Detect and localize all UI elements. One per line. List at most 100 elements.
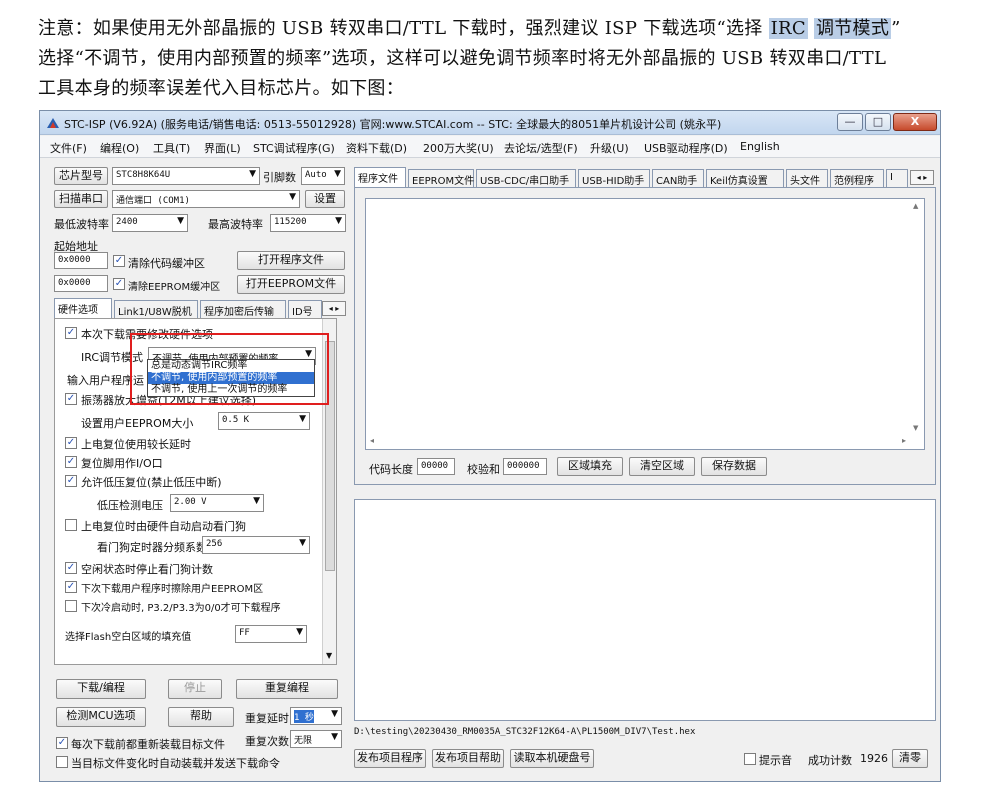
- menu-program[interactable]: 编程(O): [100, 140, 139, 156]
- menu-prize[interactable]: 200万大奖(U): [423, 140, 494, 156]
- low-voltage-reset-checkbox[interactable]: ✓: [65, 475, 77, 487]
- hardware-watchdog-checkbox[interactable]: [65, 519, 77, 531]
- cold-boot-p32-label: 下次冷启动时, P3.2/P3.3为0/0才可下载程序: [81, 603, 281, 614]
- scan-port-button[interactable]: 扫描串口: [54, 190, 108, 208]
- tab-link1-offline[interactable]: Link1/U8W脱机: [114, 300, 198, 318]
- clear-eeprom-checkbox[interactable]: ✓: [113, 278, 125, 290]
- tab-usb-cdc-serial[interactable]: USB-CDC/串口助手: [476, 169, 576, 187]
- menu-forum[interactable]: 去论坛/选型(F): [504, 140, 578, 156]
- close-button[interactable]: X: [893, 113, 937, 131]
- chevron-down-icon: ▼: [334, 169, 341, 179]
- publish-project-program-button[interactable]: 发布项目程序: [354, 749, 426, 768]
- hex-data-area[interactable]: ▲ ▼ ◂ ▸: [365, 198, 925, 450]
- tab-program-file[interactable]: 程序文件: [354, 167, 406, 187]
- min-baud-select[interactable]: 2400 ▼: [112, 214, 188, 232]
- max-baud-select[interactable]: 115200 ▼: [270, 214, 346, 232]
- check-mcu-button[interactable]: 检测MCU选项: [56, 707, 146, 727]
- success-count-value: 1926: [860, 752, 888, 765]
- tab-usb-hid[interactable]: USB-HID助手: [578, 169, 650, 187]
- area-fill-button[interactable]: 区域填充: [557, 457, 623, 476]
- save-data-button[interactable]: 保存数据: [701, 457, 767, 476]
- tab-more[interactable]: I: [886, 169, 908, 187]
- menu-english[interactable]: English: [740, 140, 780, 153]
- cold-boot-p32-checkbox[interactable]: [65, 600, 77, 612]
- hex-vscroll[interactable]: ▲ ▼: [910, 199, 924, 435]
- chip-model-select[interactable]: STC8H8K64U ▼: [112, 167, 260, 185]
- log-output-area[interactable]: [354, 499, 936, 721]
- reload-before-download-checkbox[interactable]: ✓: [56, 737, 68, 749]
- menu-stc-debug[interactable]: STC调试程序(G): [253, 140, 335, 156]
- auto-reload-label: 当目标文件变化时自动装载并发送下载命令: [71, 757, 280, 770]
- open-program-file-button[interactable]: 打开程序文件: [237, 251, 345, 270]
- scroll-up-arrow-icon[interactable]: ▲: [913, 202, 918, 210]
- reset-count-button[interactable]: 清零: [892, 749, 928, 768]
- min-baud-value: 2400: [116, 217, 138, 227]
- oscillator-gain-checkbox[interactable]: ✓: [65, 393, 77, 405]
- menu-upgrade[interactable]: 升级(U): [590, 140, 629, 156]
- reset-io-label: 复位脚用作I/O口: [81, 457, 163, 470]
- chip-model-button[interactable]: 芯片型号: [54, 167, 108, 185]
- clear-area-button[interactable]: 清空区域: [629, 457, 695, 476]
- sound-checkbox[interactable]: [744, 753, 756, 765]
- menu-docs-download[interactable]: 资料下载(D): [346, 140, 407, 156]
- doc-line1-text: 注意：如果使用无外部晶振的 USB 转双串口/TTL 下载时，强烈建议 ISP …: [38, 18, 769, 39]
- title-bar[interactable]: STC-ISP (V6.92A) (服务电话/销售电话: 0513-550129…: [40, 111, 940, 135]
- minimize-button[interactable]: —: [837, 113, 863, 131]
- repeat-program-button[interactable]: 重复编程: [236, 679, 338, 699]
- flash-fill-label: 选择Flash空白区域的填充值: [65, 632, 192, 643]
- stop-button[interactable]: 停止: [168, 679, 222, 699]
- tab-keil-settings[interactable]: Keil仿真设置: [706, 169, 784, 187]
- app-icon: [47, 118, 59, 128]
- hex-file-path: D:\testing\20230430_RM0035A_STC32F12K64-…: [354, 727, 696, 737]
- modify-hardware-checkbox[interactable]: ✓: [65, 327, 77, 339]
- publish-project-help-button[interactable]: 发布项目帮助: [432, 749, 504, 768]
- hex-hscroll[interactable]: ◂ ▸: [366, 435, 910, 449]
- lvd-voltage-select[interactable]: 2.00 V ▼: [170, 494, 264, 512]
- menu-tools[interactable]: 工具(T): [153, 140, 190, 156]
- read-disk-id-button[interactable]: 读取本机硬盘号: [510, 749, 594, 768]
- erase-eeprom-checkbox[interactable]: ✓: [65, 581, 77, 593]
- settings-button[interactable]: 设置: [305, 190, 345, 208]
- menu-interface[interactable]: 界面(L): [204, 140, 241, 156]
- help-button[interactable]: 帮助: [168, 707, 234, 727]
- reload-before-download-label: 每次下载前都重新装载目标文件: [71, 738, 225, 751]
- repeat-count-select[interactable]: 无限 ▼: [290, 730, 342, 748]
- watchdog-prescaler-value: 256: [206, 539, 223, 549]
- menu-usb-driver[interactable]: USB驱动程序(D): [644, 140, 728, 156]
- scroll-left-arrow-icon[interactable]: ◂: [370, 436, 374, 445]
- chevron-down-icon: ▼: [289, 192, 296, 202]
- tab-can-helper[interactable]: CAN助手: [652, 169, 704, 187]
- tab-scroll-arrows[interactable]: ◂ ▸: [322, 301, 346, 316]
- scroll-right-arrow-icon[interactable]: ▸: [902, 436, 906, 445]
- right-tab-scroll-arrows[interactable]: ◂ ▸: [910, 170, 934, 185]
- low-voltage-reset-label: 允许低压复位(禁止低压中断): [81, 476, 222, 489]
- min-baud-label: 最低波特率: [54, 218, 109, 231]
- eeprom-size-select[interactable]: 0.5 K ▼: [218, 412, 310, 430]
- idle-stop-watchdog-checkbox[interactable]: ✓: [65, 562, 77, 574]
- tab-hardware-options[interactable]: 硬件选项: [54, 298, 112, 318]
- maximize-button[interactable]: □: [865, 113, 891, 131]
- clear-code-checkbox[interactable]: ✓: [113, 255, 125, 267]
- port-select[interactable]: 通信端口 (COM1) ▼: [112, 190, 300, 208]
- tab-id-number[interactable]: ID号: [288, 300, 322, 318]
- scroll-down-arrow-icon[interactable]: ▼: [913, 424, 918, 432]
- flash-fill-select[interactable]: FF ▼: [235, 625, 307, 643]
- tab-header-files[interactable]: 头文件: [786, 169, 828, 187]
- pins-select[interactable]: Auto ▼: [301, 167, 345, 185]
- open-eeprom-file-button[interactable]: 打开EEPROM文件: [237, 275, 345, 294]
- code-address-input[interactable]: 0x0000: [54, 252, 108, 269]
- tab-example-programs[interactable]: 范例程序: [830, 169, 884, 187]
- tab-encrypted-transfer[interactable]: 程序加密后传输: [200, 300, 286, 318]
- repeat-delay-value: 1 秒: [294, 710, 314, 723]
- watchdog-prescaler-select[interactable]: 256 ▼: [202, 536, 310, 554]
- eeprom-address-input[interactable]: 0x0000: [54, 275, 108, 292]
- menu-file[interactable]: 文件(F): [50, 140, 87, 156]
- chevron-down-icon: ▼: [335, 216, 342, 226]
- auto-reload-checkbox[interactable]: [56, 756, 68, 768]
- repeat-delay-select[interactable]: 1 秒 ▼: [290, 707, 342, 725]
- tab-eeprom-file[interactable]: EEPROM文件: [408, 169, 474, 187]
- reset-io-checkbox[interactable]: ✓: [65, 456, 77, 468]
- long-delay-checkbox[interactable]: ✓: [65, 437, 77, 449]
- download-program-button[interactable]: 下载/编程: [56, 679, 146, 699]
- scroll-down-arrow-icon[interactable]: ▼: [326, 651, 332, 660]
